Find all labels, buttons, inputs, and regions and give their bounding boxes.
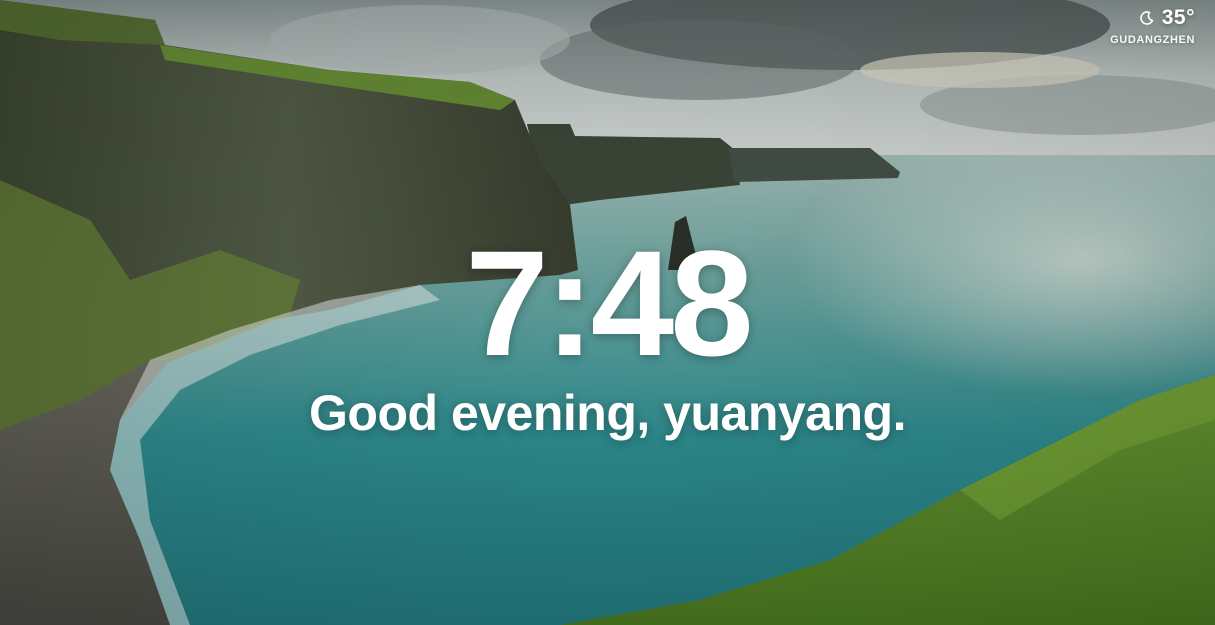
greeting-message[interactable]: Good evening, yuanyang. (0, 384, 1215, 442)
temperature-value: 35° (1161, 6, 1195, 29)
center-content: 7:48 Good evening, yuanyang. (0, 228, 1215, 442)
weather-widget[interactable]: 35° GUDANGZHEN (1110, 6, 1195, 46)
clock-time[interactable]: 7:48 (0, 228, 1215, 378)
moon-icon (1139, 11, 1154, 25)
weather-location: GUDANGZHEN (1110, 34, 1195, 46)
weather-summary[interactable]: 35° (1110, 6, 1195, 30)
